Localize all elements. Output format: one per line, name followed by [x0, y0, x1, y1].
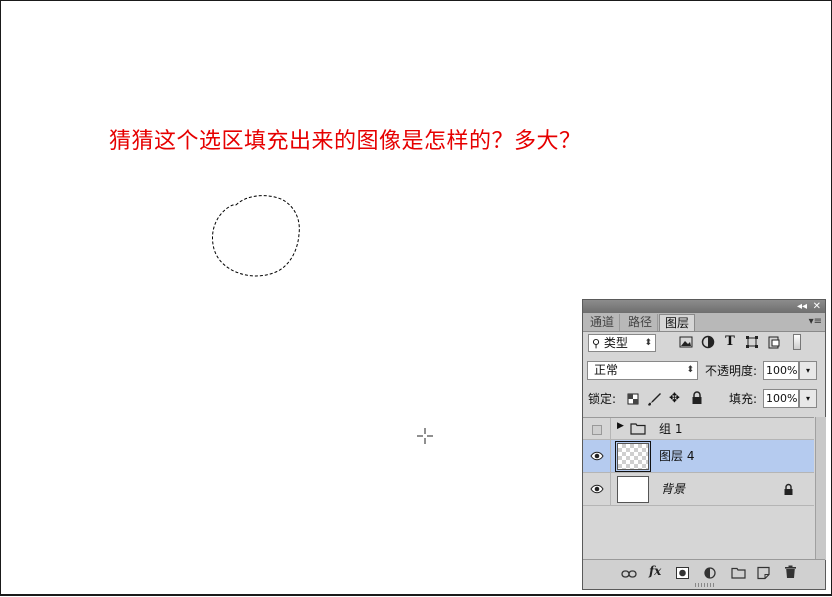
opacity-dropdown-icon[interactable]: ▾: [799, 361, 817, 380]
panel-menu-icon[interactable]: ▾≡: [809, 313, 822, 331]
fill-dropdown-icon[interactable]: ▾: [799, 389, 817, 408]
circular-selection-marquee: [212, 195, 300, 277]
select-arrows-icon: ⬍: [686, 365, 694, 375]
layer-thumbnail[interactable]: [615, 441, 651, 472]
visibility-cell[interactable]: [583, 440, 611, 472]
layer-name[interactable]: 图层 4: [659, 448, 694, 464]
lock-all-icon[interactable]: [691, 391, 703, 405]
new-adjustment-layer-icon[interactable]: [704, 565, 718, 581]
lock-row: 锁定: ✥ 填充: 100% ▾: [583, 388, 825, 413]
layer-name[interactable]: 背景: [661, 481, 685, 497]
filter-row: ⚲ 类型 ⬍ T: [583, 331, 825, 356]
smart-object-filter-icon[interactable]: [767, 334, 781, 350]
visibility-cell[interactable]: [583, 418, 611, 439]
new-layer-icon[interactable]: [757, 565, 770, 581]
tab-paths[interactable]: 路径: [623, 314, 659, 331]
crosshair-cursor-icon: [417, 428, 433, 444]
panel-titlebar[interactable]: ◂◂ ✕: [583, 300, 825, 313]
fill-field[interactable]: 100%: [763, 389, 799, 408]
panel-tabs: 通道 路径 图层 ▾≡: [583, 313, 825, 332]
lock-label: 锁定:: [588, 392, 617, 406]
tab-channels[interactable]: 通道: [585, 314, 621, 331]
fill-label: 填充:: [729, 392, 758, 406]
filter-toggle-switch[interactable]: [793, 334, 801, 350]
layer-row-background[interactable]: 背景: [583, 473, 814, 506]
layer-name[interactable]: 组 1: [659, 421, 682, 437]
close-panel-icon[interactable]: ✕: [813, 300, 821, 313]
expand-arrow-icon[interactable]: ▶: [617, 421, 624, 431]
tab-layers[interactable]: 图层: [659, 314, 696, 331]
lock-position-icon[interactable]: ✥: [669, 391, 680, 406]
layers-panel: ◂◂ ✕ 通道 路径 图层 ▾≡ ⚲ 类型 ⬍ T 正常 ⬍ 不透明度: 100…: [582, 299, 826, 590]
blend-mode-value: 正常: [594, 363, 619, 377]
collapse-panel-icon[interactable]: ◂◂: [797, 300, 807, 313]
lock-transparent-pixels-icon[interactable]: [627, 393, 639, 405]
visibility-cell[interactable]: [583, 473, 611, 505]
folder-icon: [630, 423, 646, 435]
eye-icon[interactable]: [590, 451, 604, 461]
visibility-off-box[interactable]: [592, 425, 602, 435]
trash-icon[interactable]: [784, 564, 797, 580]
shape-filter-icon[interactable]: [745, 334, 759, 350]
select-arrows-icon: ⬍: [644, 338, 652, 348]
search-icon: ⚲: [592, 337, 601, 350]
layers-scrollbar[interactable]: [815, 417, 826, 560]
add-mask-icon[interactable]: [676, 565, 689, 581]
link-layers-icon[interactable]: [621, 566, 637, 582]
lock-image-pixels-icon[interactable]: [646, 391, 662, 407]
image-filter-icon[interactable]: [679, 334, 693, 350]
lock-icon: [784, 483, 793, 495]
type-filter-icon[interactable]: T: [723, 334, 737, 350]
blend-row: 正常 ⬍ 不透明度: 100% ▾: [583, 359, 825, 384]
layer-row-layer4[interactable]: 图层 4: [583, 440, 814, 473]
fx-icon[interactable]: fx: [649, 563, 661, 579]
filter-kind-select[interactable]: ⚲ 类型 ⬍: [588, 334, 656, 352]
question-text: 猜猜这个选区填充出来的图像是怎样的？多大？: [109, 129, 582, 154]
new-group-icon[interactable]: [731, 565, 746, 581]
opacity-field[interactable]: 100%: [763, 361, 799, 380]
panel-bottom-bar: fx: [583, 559, 825, 589]
panel-resize-grip[interactable]: [695, 583, 715, 587]
eye-icon[interactable]: [590, 484, 604, 494]
layers-list: ▶ 组 1 图层 4 背景: [583, 417, 814, 561]
layer-row-group[interactable]: ▶ 组 1: [583, 418, 814, 440]
opacity-label: 不透明度:: [705, 364, 758, 378]
adjustment-filter-icon[interactable]: [701, 334, 715, 350]
blend-mode-select[interactable]: 正常 ⬍: [587, 361, 698, 380]
filter-kind-label: 类型: [603, 336, 628, 350]
layer-thumbnail[interactable]: [617, 476, 649, 503]
